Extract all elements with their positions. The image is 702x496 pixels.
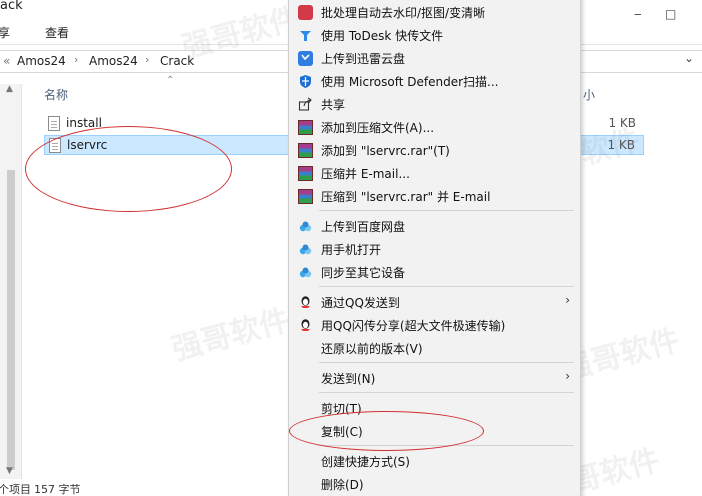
baidu-cloud-icon (298, 265, 313, 280)
winrar-icon (298, 166, 313, 181)
breadcrumb-item-crack[interactable]: Crack (160, 54, 194, 68)
menu-item-sync-devices[interactable]: 同步至其它设备 (289, 261, 580, 284)
qq-icon (298, 295, 313, 310)
minimize-icon[interactable]: ‒ (634, 7, 642, 21)
menu-item-label: 使用 ToDesk 快传文件 (321, 29, 444, 43)
menu-item-baidu-upload[interactable]: 上传到百度网盘 (289, 215, 580, 238)
winrar-icon (298, 189, 313, 204)
menu-item-label: 剪切(T) (321, 402, 362, 416)
context-menu: 批处理自动去水印/抠图/变清晰 使用 ToDesk 快传文件 上传到迅雷云盘 使… (288, 0, 581, 496)
menu-separator (319, 210, 574, 211)
defender-shield-icon (298, 74, 313, 89)
menu-item-copy[interactable]: 复制(C) (289, 420, 580, 443)
menu-separator (319, 362, 574, 363)
xunlei-icon (298, 51, 313, 66)
watermark: 强哥软件 (168, 302, 294, 368)
file-name: install (66, 116, 102, 130)
navigation-pane-scrollbar[interactable]: ▲ ▼ (0, 84, 22, 479)
menu-item-label: 添加到压缩文件(A)... (321, 121, 435, 135)
menu-item-xunlei[interactable]: 上传到迅雷云盘 (289, 47, 580, 70)
menu-item-label: 批处理自动去水印/抠图/变清晰 (321, 6, 486, 20)
menu-item-label: 上传到百度网盘 (321, 220, 406, 234)
winrar-icon (298, 143, 313, 158)
photo-tool-icon (298, 5, 313, 20)
menu-item-add-to-archive[interactable]: 添加到压缩文件(A)... (289, 116, 580, 139)
menu-separator (319, 445, 574, 446)
sort-ascending-icon: ⌃ (166, 75, 175, 86)
ribbon-tab-share[interactable]: 享 (0, 24, 10, 41)
menu-item-defender[interactable]: 使用 Microsoft Defender扫描... (289, 70, 580, 93)
menu-item-label: 使用 Microsoft Defender扫描... (321, 75, 499, 89)
menu-item-label: 复制(C) (321, 425, 363, 439)
breadcrumb-chevron-icon[interactable]: › (145, 53, 149, 66)
file-name: lservrc (67, 138, 108, 152)
menu-separator (319, 392, 574, 393)
breadcrumb-item-amos24[interactable]: Amos24 (89, 54, 138, 68)
file-size: 1 KB (607, 138, 635, 152)
status-item-count: 个项目 (0, 483, 31, 496)
breadcrumb-overflow[interactable]: « (3, 54, 10, 68)
breadcrumb-chevron-icon[interactable]: › (74, 53, 78, 66)
menu-item-label: 压缩并 E-mail... (321, 167, 410, 181)
menu-item-restore-previous[interactable]: 还原以前的版本(V) (289, 337, 580, 360)
maximize-icon[interactable]: □ (665, 7, 676, 21)
menu-item-label: 还原以前的版本(V) (321, 342, 423, 356)
menu-item-label: 压缩到 "lservrc.rar" 并 E-mail (321, 190, 491, 204)
baidu-cloud-icon (298, 219, 313, 234)
menu-item-label: 同步至其它设备 (321, 266, 406, 280)
menu-item-todesk[interactable]: 使用 ToDesk 快传文件 (289, 24, 580, 47)
text-file-icon (49, 138, 61, 153)
menu-item-qq-flash-share[interactable]: 用QQ闪传分享(超大文件极速传输) (289, 314, 580, 337)
menu-item-label: 上传到迅雷云盘 (321, 52, 406, 66)
breadcrumb-item-amos24-root[interactable]: Amos24 (17, 54, 66, 68)
column-header-name[interactable]: 名称 (44, 86, 68, 103)
menu-item-label: 共享 (321, 98, 346, 112)
baidu-cloud-icon (298, 242, 313, 257)
scroll-down-icon[interactable]: ▼ (6, 466, 13, 476)
menu-item-open-on-phone[interactable]: 用手机打开 (289, 238, 580, 261)
menu-item-label: 通过QQ发送到 (321, 296, 400, 310)
menu-item-send-via-qq[interactable]: 通过QQ发送到 › (289, 291, 580, 314)
menu-item-delete[interactable]: 删除(D) (289, 473, 580, 496)
menu-item-label: 创建快捷方式(S) (321, 455, 410, 469)
text-file-icon (48, 116, 60, 131)
menu-item-add-to-lservrc-rar[interactable]: 添加到 "lservrc.rar"(T) (289, 139, 580, 162)
status-selected-size: 157 字节 (34, 483, 81, 496)
share-icon (298, 97, 313, 112)
menu-item-cut[interactable]: 剪切(T) (289, 397, 580, 420)
scrollbar-thumb[interactable] (7, 170, 15, 470)
menu-item-create-shortcut[interactable]: 创建快捷方式(S) (289, 450, 580, 473)
menu-item-label: 发送到(N) (321, 372, 376, 386)
submenu-chevron-icon: › (565, 369, 570, 383)
menu-item-compress-to-rar-email[interactable]: 压缩到 "lservrc.rar" 并 E-mail (289, 185, 580, 208)
menu-item-label: 用QQ闪传分享(超大文件极速传输) (321, 319, 506, 333)
menu-item-send-to[interactable]: 发送到(N) › (289, 367, 580, 390)
scroll-up-icon[interactable]: ▲ (6, 84, 13, 94)
menu-item-batch-photo[interactable]: 批处理自动去水印/抠图/变清晰 (289, 1, 580, 24)
column-header-size[interactable]: 小 (583, 86, 595, 103)
winrar-icon (298, 120, 313, 135)
menu-item-label: 删除(D) (321, 478, 364, 492)
menu-item-compress-email[interactable]: 压缩并 E-mail... (289, 162, 580, 185)
file-size: 1 KB (608, 116, 636, 130)
window-title: ack (0, 0, 23, 13)
menu-item-label: 用手机打开 (321, 243, 382, 257)
todesk-icon (298, 28, 313, 43)
menu-separator (319, 286, 574, 287)
menu-item-label: 添加到 "lservrc.rar"(T) (321, 144, 450, 158)
submenu-chevron-icon: › (565, 293, 570, 307)
qq-icon (298, 318, 313, 333)
menu-item-share[interactable]: 共享 (289, 93, 580, 116)
ribbon-tab-view[interactable]: 查看 (45, 24, 69, 41)
dropdown-chevron-icon[interactable]: ⌄ (684, 51, 694, 65)
